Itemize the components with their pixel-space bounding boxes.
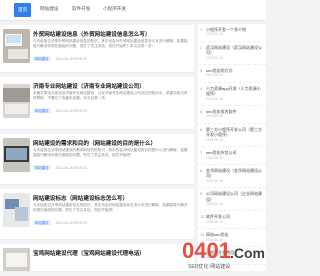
nav-website-build[interactable]: 网站建设: [40, 6, 58, 12]
article-thumbnail[interactable]: [3, 138, 30, 172]
article-date: 2023-06-16 09:09:23: [55, 221, 87, 225]
sidebar-item[interactable]: 1 小程序开发一个多少钱 2023-06-16: [198, 24, 266, 42]
watermark-logo: 0401 .Com SEO优化·网站建设: [178, 232, 266, 271]
article-card[interactable]: 济南专业网站建设（济南专业网站建设公司） 本篇文章给大家谈谈济南专业网站建设，以…: [0, 77, 194, 130]
article-title[interactable]: 网站建设标志（网站建设标志怎么写）: [33, 194, 191, 202]
article-meta: 网站建设 2023-06-16 09:09:23: [33, 108, 87, 113]
nav-software-dev[interactable]: 软件开发: [72, 6, 90, 12]
article-thumbnail[interactable]: [3, 29, 30, 63]
article-thumbnail[interactable]: [3, 193, 30, 227]
article-title[interactable]: 网站建设的需求和目的（网站建设的目的是什么）: [33, 139, 191, 147]
article-tag[interactable]: 网站建设: [33, 56, 51, 61]
sidebar-item[interactable]: 5 seo优化排名软件 2023-06-16: [198, 106, 266, 124]
sidebar-item[interactable]: 3 seo优化的方式 2023-06-16: [198, 65, 266, 83]
svg-text:.Com: .Com: [230, 245, 265, 261]
article-excerpt: 本篇文章给大家谈谈济南专业网站建设，以及济南专业网站建设公司对应的知识点，希望对…: [33, 91, 188, 100]
article-tag[interactable]: 网站建设: [33, 108, 51, 113]
nav-home[interactable]: 首页: [14, 3, 32, 17]
svg-text:0401: 0401: [182, 238, 231, 263]
article-tag[interactable]: 网站建设: [33, 165, 51, 170]
article-date: 2023-06-16 09:09:23: [55, 166, 87, 170]
nav-miniprogram-dev[interactable]: 小程序开发: [103, 6, 126, 12]
article-meta: 网站建设 2023-06-16 09:09:23: [33, 56, 87, 61]
top-navigation: 首页 网站建设 软件开发 小程序开发: [0, 0, 266, 21]
article-date: 2023-06-16 09:09:23: [55, 109, 87, 113]
article-card[interactable]: 宝鸡网站建设代理（宝鸡网站建设代理电话）: [0, 244, 194, 272]
sidebar-item[interactable]: 10 软件开发公司 2023-06-16: [198, 211, 266, 230]
article-card[interactable]: 网站建设标志（网站建设标志怎么写） 今天给各位分享网站建设标志的知识，其中也会对…: [0, 189, 194, 240]
sidebar-item[interactable]: 8 金华网站建设（金华网站建设公司） 2023-06-16: [198, 165, 266, 189]
sidebar-item[interactable]: 7 seo优化外包公司 2023-06-16: [198, 147, 266, 165]
article-card[interactable]: 网站建设的需求和目的（网站建设的目的是什么） 今天给各位分享网站建设的需求和目的…: [0, 134, 194, 185]
article-meta: 网站建设 2023-06-16 09:09:23: [33, 165, 87, 170]
article-excerpt: 今天给各位分享网站建设的需求和目的的知识，其中也会对网站建设的目的是什么进行解释…: [33, 148, 188, 157]
article-date: 2023-06-16 09:09:23: [55, 57, 87, 61]
article-meta: 网站建设 2023-06-16 09:09:23: [33, 220, 87, 225]
sidebar-item[interactable]: 2 武汉网站建设（武汉网站建设公司） 2023-06-16: [198, 42, 266, 66]
article-tag[interactable]: 网站建设: [33, 220, 51, 225]
article-title[interactable]: 外贸网站建设信息（外贸网站建设信息怎么写）: [33, 30, 191, 38]
article-title[interactable]: 宝鸡网站建设代理（宝鸡网站建设代理电话）: [33, 249, 191, 257]
sidebar-item[interactable]: 4 人力资源app开发（人力资源小程序） 2023-06-16: [198, 83, 266, 107]
article-excerpt: 今天给各位分享网站建设标志的知识，其中也会对网站建设标志怎么写进行解释，如果能碰…: [33, 203, 188, 212]
article-excerpt: 今天给各位分享外贸网站建设信息的知识，其中也会对外贸网站建设信息怎么写进行解释，…: [33, 39, 188, 48]
article-thumbnail[interactable]: [3, 248, 30, 271]
article-thumbnail[interactable]: [3, 84, 30, 118]
sidebar-item[interactable]: 9 公司网站建设公司（企业网站建设） 2023-06-16: [198, 188, 266, 212]
article-card[interactable]: 外贸网站建设信息（外贸网站建设信息怎么写） 今天给各位分享外贸网站建设信息的知识…: [0, 25, 194, 73]
sidebar-item[interactable]: 6 第三方小程序开发公司（第三方开发小程序） 2023-06-16: [198, 124, 266, 148]
article-title[interactable]: 济南专业网站建设（济南专业网站建设公司）: [33, 82, 191, 90]
svg-text:SEO优化·网站建设: SEO优化·网站建设: [188, 263, 230, 270]
